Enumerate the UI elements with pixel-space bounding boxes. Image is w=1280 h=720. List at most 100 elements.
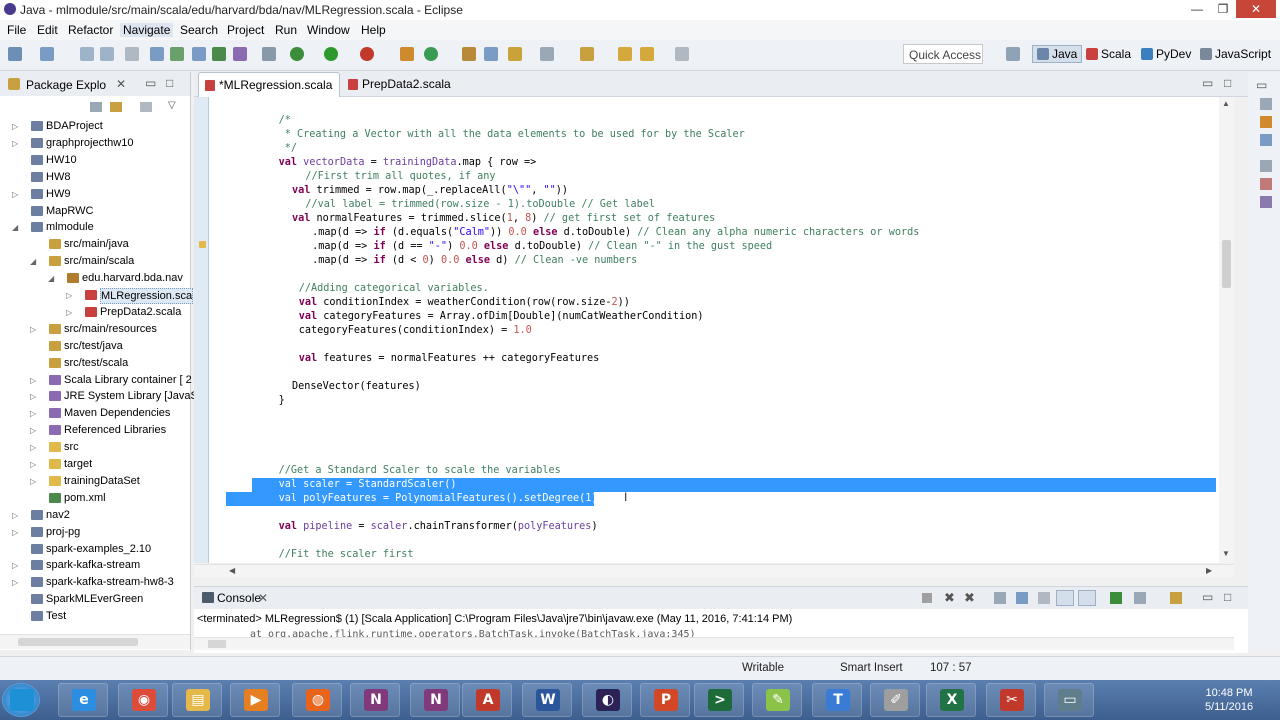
tree-item[interactable]: ▷ nav2 [0, 507, 190, 524]
menu-file[interactable]: File [7, 23, 26, 37]
expand-arrow-icon[interactable]: ▷ [12, 574, 20, 591]
toolbar-icon-3[interactable] [192, 47, 206, 61]
tree-item[interactable]: pom.xml [0, 490, 190, 507]
scrollbar-thumb[interactable] [18, 638, 138, 646]
menu-project[interactable]: Project [227, 23, 264, 37]
toolbar-icon-8[interactable] [424, 47, 438, 61]
tree-item[interactable]: ▷ trainingDataSet [0, 473, 190, 490]
expand-arrow-icon[interactable]: ▷ [66, 304, 74, 321]
scrollbar-thumb[interactable] [1222, 240, 1231, 288]
toolbar-icon-7[interactable] [400, 47, 414, 61]
expand-arrow-icon[interactable]: ▷ [12, 507, 20, 524]
menu-run[interactable]: Run [275, 23, 297, 37]
perspective-pydev[interactable]: PyDev [1141, 47, 1191, 61]
minimize-view-icon[interactable]: ▭ [1256, 78, 1267, 92]
collapse-arrow-icon[interactable]: ◢ [48, 270, 56, 287]
tree-item[interactable]: ▷ spark-kafka-stream-hw8-3 [0, 574, 190, 591]
expand-arrow-icon[interactable]: ▷ [12, 118, 20, 135]
forward-icon[interactable] [675, 47, 689, 61]
onenote-button[interactable]: N [350, 683, 400, 717]
tree-item[interactable]: ▷ spark-kafka-stream [0, 557, 190, 574]
toolbar-icon-4[interactable] [212, 47, 226, 61]
tree-item[interactable]: ▷ Scala Library container [ 2 [0, 372, 192, 389]
menu-navigate[interactable]: Navigate [120, 23, 174, 37]
onenote-2-button[interactable]: N [410, 683, 460, 717]
remove-all-icon[interactable]: ✖ [964, 590, 975, 606]
editor-vertical-scrollbar[interactable]: ▲ ▼ [1219, 97, 1234, 563]
perspective-java[interactable]: Java [1032, 45, 1083, 63]
toolbar-icon-9[interactable] [462, 47, 476, 61]
perspective-scala[interactable]: Scala [1086, 47, 1131, 61]
excel-button[interactable]: X [926, 683, 976, 717]
tree-item[interactable]: ▷ target [0, 456, 190, 473]
toolbar-icon-2[interactable] [170, 47, 184, 61]
expand-arrow-icon[interactable]: ▷ [12, 524, 20, 541]
restore-icon[interactable] [1260, 160, 1272, 172]
minimize-view-icon[interactable]: ▭ [145, 76, 156, 90]
toolbar-icon-1[interactable] [150, 47, 164, 61]
tree-item[interactable]: ▷ PrepData2.scala [0, 304, 190, 321]
debug-icon[interactable] [290, 47, 304, 61]
minimize-editor-icon[interactable]: ▭ [1202, 76, 1213, 90]
outline-icon[interactable] [1260, 134, 1272, 146]
text-editor-button[interactable]: T [812, 683, 862, 717]
expand-arrow-icon[interactable]: ▷ [12, 186, 20, 203]
expand-arrow-icon[interactable]: ▷ [12, 557, 20, 574]
minimize-button[interactable]: — [1184, 0, 1210, 18]
filter-icon[interactable] [140, 102, 152, 112]
tree-item[interactable]: ▷ proj-pg [0, 524, 190, 541]
toolbar-icon-11[interactable] [508, 47, 522, 61]
expand-arrow-icon[interactable]: ▷ [30, 405, 38, 422]
maximize-editor-icon[interactable]: □ [1224, 76, 1231, 90]
toolbar-icon-13[interactable] [580, 47, 594, 61]
file-explorer-button[interactable]: ▤ [172, 683, 222, 717]
tree-item[interactable]: ▷ BDAProject [0, 118, 190, 135]
link-editor-icon[interactable] [110, 102, 122, 112]
view-menu-icon[interactable]: ▽ [168, 100, 176, 111]
tree-item[interactable]: spark-examples_2.10 [0, 541, 190, 558]
close-console-icon[interactable]: ✕ [258, 591, 268, 605]
internet-explorer-button[interactable]: e [58, 683, 108, 717]
menu-window[interactable]: Window [307, 23, 350, 37]
powerpoint-button[interactable]: P [640, 683, 690, 717]
expand-arrow-icon[interactable]: ▷ [30, 422, 38, 439]
tree-item[interactable]: ▷ HW9 [0, 186, 190, 203]
tree-item[interactable]: ◢ mlmodule [0, 219, 190, 236]
word-button[interactable]: W [522, 683, 572, 717]
restore-outline-icon[interactable] [1260, 98, 1272, 110]
tree-item[interactable]: ▷ src [0, 439, 190, 456]
chrome-button[interactable]: ◉ [118, 683, 168, 717]
snipping-tool-button[interactable]: ✂ [986, 683, 1036, 717]
windows-start-button[interactable] [2, 683, 40, 717]
quick-access-field[interactable]: Quick Access [903, 44, 983, 64]
clear-console-icon[interactable] [994, 592, 1006, 604]
tree-item[interactable]: HW10 [0, 152, 190, 169]
scrollbar-thumb[interactable] [208, 640, 226, 648]
warning-marker-icon[interactable] [199, 241, 206, 248]
open-perspective-icon[interactable] [1006, 47, 1020, 61]
toolbar-icon-12[interactable] [540, 47, 554, 61]
eclipse-button[interactable]: ◐ [582, 683, 632, 717]
show-on-output-icon[interactable] [1056, 590, 1074, 606]
prev-edit-icon[interactable] [640, 47, 654, 61]
close-view-icon[interactable]: ✕ [116, 77, 126, 91]
display-console-icon[interactable] [1134, 592, 1146, 604]
toolbar-icon-6[interactable] [262, 47, 276, 61]
save-all-icon[interactable] [100, 47, 114, 61]
tree-item[interactable]: ▷ Referenced Libraries [0, 422, 190, 439]
tree-item[interactable]: ▷ Maven Dependencies [0, 405, 190, 422]
expand-arrow-icon[interactable]: ▷ [66, 287, 74, 304]
maximize-view-icon[interactable]: □ [166, 76, 173, 90]
terminate-icon[interactable] [922, 593, 932, 603]
firefox-button[interactable]: ◍ [292, 683, 342, 717]
expand-arrow-icon[interactable]: ▷ [30, 456, 38, 473]
expand-arrow-icon[interactable]: ▷ [30, 439, 38, 456]
tree-item[interactable]: src/test/java [0, 338, 190, 355]
minimize-console-icon[interactable]: ▭ [1202, 590, 1213, 604]
expand-arrow-icon[interactable]: ▷ [12, 135, 20, 152]
toolbar-icon-5[interactable] [233, 47, 247, 61]
print-icon[interactable] [125, 47, 139, 61]
task-list-icon[interactable] [1260, 116, 1272, 128]
expand-arrow-icon[interactable]: ▷ [30, 473, 38, 490]
tree-item[interactable]: ▷ MLRegression.sca [0, 287, 194, 304]
